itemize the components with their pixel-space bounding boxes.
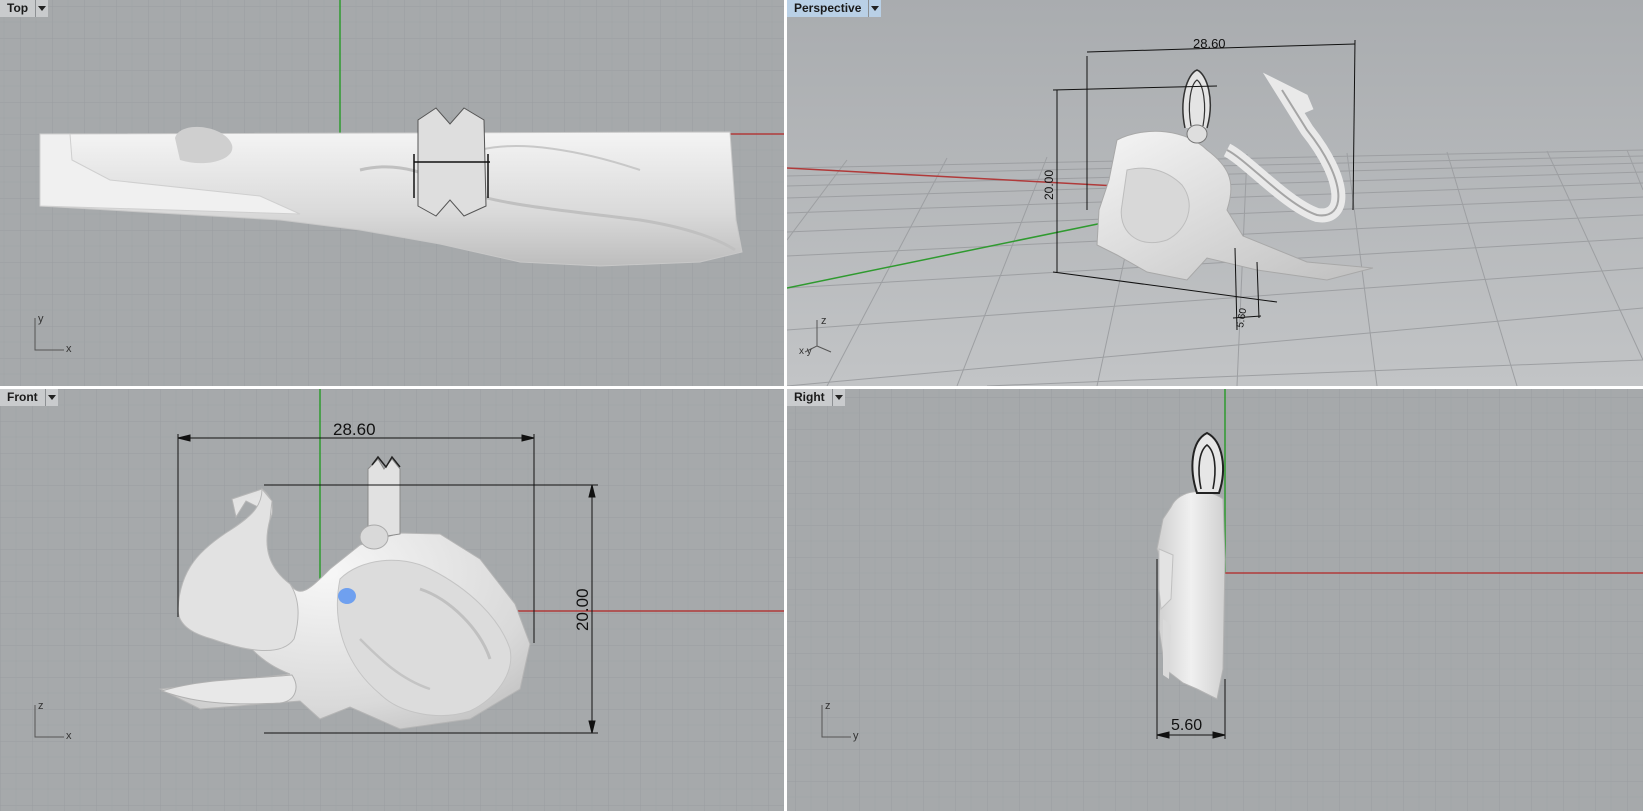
- dimension-height: 20.00: [1042, 170, 1056, 200]
- chevron-down-icon: [834, 395, 843, 400]
- right-viewport-canvas[interactable]: 5.60: [787, 389, 1643, 811]
- eye-highlight: [338, 588, 356, 604]
- axis-indicator-icon: z x: [34, 700, 72, 742]
- axis-label-v: z: [821, 315, 827, 327]
- axis-label-v: z: [825, 700, 831, 712]
- axis-indicator-icon: y x: [34, 313, 72, 355]
- perspective-viewport-canvas[interactable]: 28.60 20.00 5.60: [787, 0, 1643, 386]
- chevron-down-icon: [38, 6, 47, 11]
- axis-label-h: y: [853, 730, 859, 742]
- axis-label-h: x: [66, 730, 72, 742]
- dimension-width: 28.60: [1193, 36, 1226, 51]
- front-viewport-canvas[interactable]: 28.60 20.00: [0, 389, 784, 811]
- viewport-label: Right: [787, 389, 833, 406]
- axis-label-h: x y: [799, 346, 812, 356]
- top-viewport[interactable]: Top y x: [0, 0, 784, 386]
- axis-indicator-icon: z y: [821, 700, 859, 742]
- viewport-menu-button[interactable]: [832, 389, 845, 406]
- viewport-menu-button[interactable]: [45, 389, 58, 406]
- viewport-menu-button[interactable]: [36, 0, 49, 17]
- viewport-label: Perspective: [787, 0, 870, 17]
- viewport-menu-button[interactable]: [869, 0, 882, 17]
- tab-top[interactable]: Top: [0, 0, 49, 17]
- right-viewport[interactable]: 5.60 Right z y: [787, 389, 1643, 811]
- perspective-viewport[interactable]: 28.60 20.00 5.60 Perspective z x y: [787, 0, 1643, 386]
- front-viewport[interactable]: 28.60 20.00 Front z x: [0, 389, 784, 811]
- viewport-label: Top: [0, 0, 37, 17]
- axis-label-v: z: [38, 700, 44, 712]
- dimension-height: 20.00: [573, 588, 592, 631]
- tab-perspective[interactable]: Perspective: [787, 0, 882, 17]
- top-viewport-canvas[interactable]: [0, 0, 784, 386]
- chevron-down-icon: [871, 6, 880, 11]
- dimension-depth: 5.60: [1171, 717, 1202, 734]
- tab-front[interactable]: Front: [0, 389, 58, 406]
- tab-right[interactable]: Right: [787, 389, 845, 406]
- dimension-width: 28.60: [333, 420, 376, 439]
- axis-indicator-icon: z x y: [799, 315, 832, 356]
- viewport-label: Front: [0, 389, 46, 406]
- chevron-down-icon: [47, 395, 56, 400]
- axis-label-h: x: [66, 343, 72, 355]
- axis-label-v: y: [38, 313, 44, 325]
